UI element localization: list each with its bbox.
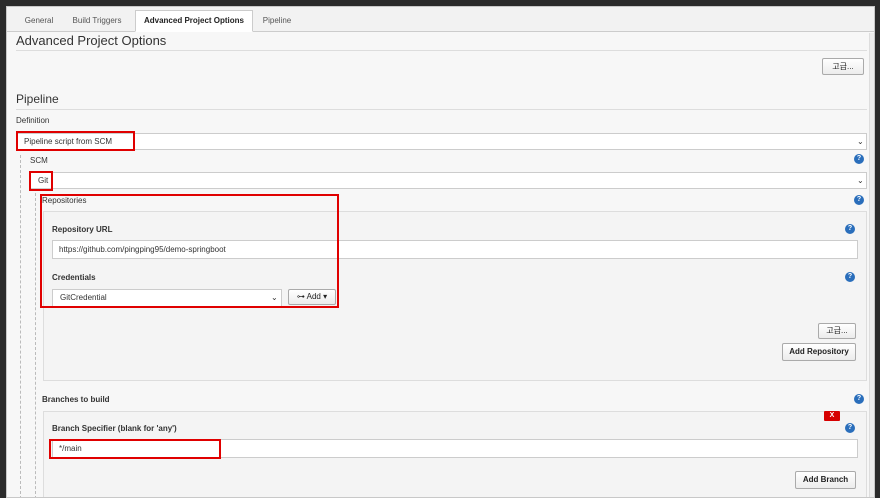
chevron-down-icon: ⌄ [857, 176, 864, 185]
chevron-down-icon: ⌄ [857, 137, 864, 146]
highlight-repositories [40, 194, 339, 308]
jenkins-config-page: General Build Triggers Advanced Project … [6, 6, 875, 498]
tab-pipeline[interactable]: Pipeline [257, 10, 297, 32]
definition-select[interactable]: Pipeline script from SCM [16, 133, 867, 150]
advanced-button[interactable]: 고급... [822, 58, 864, 75]
remove-branch-button[interactable]: X [824, 411, 840, 421]
highlight-definition [16, 131, 135, 151]
scm-label: SCM [30, 156, 48, 165]
help-icon[interactable]: ? [845, 272, 855, 282]
nesting-guide [35, 193, 36, 497]
help-icon[interactable]: ? [845, 224, 855, 234]
divider [16, 109, 867, 110]
scrollbar[interactable] [869, 33, 874, 497]
help-icon[interactable]: ? [845, 423, 855, 433]
pipeline-section-title: Pipeline [16, 92, 59, 106]
add-branch-button[interactable]: Add Branch [795, 471, 856, 489]
divider [16, 50, 867, 51]
help-icon[interactable]: ? [854, 154, 864, 164]
highlight-scm [29, 171, 53, 191]
branches-label: Branches to build [42, 395, 110, 404]
scm-select[interactable]: Git [30, 172, 867, 189]
tab-general[interactable]: General [16, 10, 62, 32]
help-icon[interactable]: ? [854, 195, 864, 205]
config-tabs: General Build Triggers Advanced Project … [7, 7, 874, 32]
tab-build-triggers[interactable]: Build Triggers [65, 10, 129, 32]
highlight-branch-specifier [49, 439, 221, 459]
repository-advanced-button[interactable]: 고급... [818, 323, 856, 339]
nesting-guide [20, 155, 21, 497]
add-repository-button[interactable]: Add Repository [782, 343, 856, 361]
tab-advanced-project-options[interactable]: Advanced Project Options [135, 10, 253, 32]
help-icon[interactable]: ? [854, 394, 864, 404]
definition-label: Definition [16, 116, 50, 125]
branch-specifier-label: Branch Specifier (blank for 'any') [52, 424, 177, 433]
advanced-section-title: Advanced Project Options [16, 33, 167, 48]
